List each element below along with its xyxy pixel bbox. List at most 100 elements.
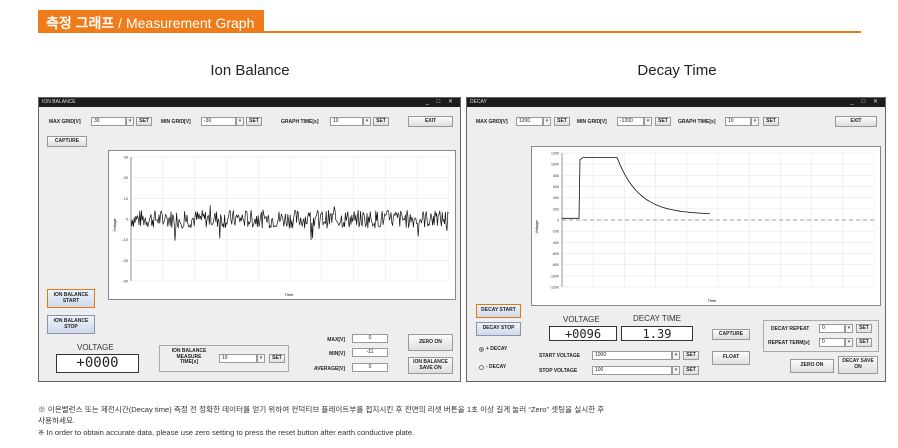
y-tick-label: 0: [557, 219, 559, 223]
graph-time-input[interactable]: 10: [330, 117, 363, 126]
y-tick-label: 20: [124, 175, 129, 180]
min-grid-dropdown[interactable]: ▾: [644, 117, 652, 126]
repeat-term-input[interactable]: 0: [819, 338, 845, 347]
header-divider: [38, 31, 861, 33]
y-tick-label: 400: [553, 196, 559, 200]
capture-button[interactable]: CAPTURE: [47, 136, 87, 147]
max-grid-label: MAX GRID[V]: [49, 119, 81, 125]
minus-decay-radio[interactable]: - DECAY: [479, 364, 506, 370]
min-grid-label: MIN GRID[V]: [577, 119, 607, 125]
ion-balance-chart: Voltage Time 30 20 10 0 -10 -20 -30: [112, 155, 450, 297]
max-grid-set-button[interactable]: SET: [554, 117, 570, 126]
max-grid-input[interactable]: 30: [91, 117, 126, 126]
max-grid-dropdown[interactable]: ▾: [126, 117, 134, 126]
y-tick-label: -1000: [550, 274, 559, 278]
decay-start-button[interactable]: DECAY START: [476, 304, 521, 318]
measure-time-set-button[interactable]: SET: [269, 354, 285, 363]
min-grid-input[interactable]: -30: [201, 117, 236, 126]
ion-balance-plot: Voltage Time 30 20 10 0 -10 -20 -30: [108, 150, 456, 300]
decay-window: DECAY _ □ ✕ MAX GRID[V] 1200 ▾ SET MIN GR…: [466, 97, 886, 382]
plot-x-axis-label: Time: [708, 298, 718, 303]
ion-balance-save-button[interactable]: ION BALANCE SAVE ON: [408, 357, 453, 374]
note-english: ※ In order to obtain accurate data, plea…: [38, 428, 415, 437]
graph-time-set-button[interactable]: SET: [763, 117, 779, 126]
max-grid-label: MAX GRID[V]: [476, 119, 508, 125]
window-controls-icon[interactable]: _ □ ✕: [851, 98, 881, 107]
float-button[interactable]: FLOAT: [712, 351, 750, 365]
decay-repeat-set-button[interactable]: SET: [856, 324, 872, 333]
graph-time-dropdown[interactable]: ▾: [363, 117, 371, 126]
max-grid-dropdown[interactable]: ▾: [543, 117, 551, 126]
decay-time-display: 1.39: [621, 326, 693, 341]
stop-voltage-set-button[interactable]: SET: [683, 366, 699, 375]
window-controls-icon[interactable]: _ □ ✕: [426, 98, 456, 107]
decay-save-button[interactable]: DECAY SAVE ON: [838, 356, 878, 374]
decay-stop-button[interactable]: DECAY STOP: [476, 322, 521, 336]
minus-decay-label: - DECAY: [486, 364, 507, 370]
radio-unselected-icon: [479, 364, 484, 370]
y-tick-label: 1200: [551, 152, 559, 156]
min-grid-set-button[interactable]: SET: [655, 117, 671, 126]
repeat-term-dropdown[interactable]: ▾: [845, 338, 853, 347]
start-voltage-dropdown[interactable]: ▾: [672, 351, 680, 360]
min-grid-input[interactable]: -1200: [617, 117, 644, 126]
decay-repeat-input[interactable]: 0: [819, 324, 845, 333]
graph-time-dropdown[interactable]: ▾: [751, 117, 759, 126]
average-value-display: 0: [352, 363, 388, 372]
min-grid-set-button[interactable]: SET: [246, 117, 262, 126]
decay-time-label: DECAY TIME: [633, 314, 682, 323]
plot-y-axis-label: Voltage: [112, 218, 117, 232]
y-tick-label: 200: [553, 207, 559, 211]
section-title-ko: 측정 그래프: [46, 15, 115, 31]
plot-y-axis-label: Voltage: [534, 220, 539, 234]
decay-chart: Voltage Time 1200 1000 800 600 400 200 0 -200 -4…: [534, 152, 875, 303]
stop-voltage-input[interactable]: 100: [592, 366, 672, 375]
max-value-label: MAX[V]: [327, 337, 345, 343]
y-tick-label: 30: [124, 155, 129, 160]
decay-repeat-dropdown[interactable]: ▾: [845, 324, 853, 333]
capture-button[interactable]: CAPTURE: [712, 329, 750, 340]
plus-decay-radio[interactable]: + DECAY: [479, 346, 507, 352]
ion-window-titlebar: ION BALANCE _ □ ✕: [39, 98, 460, 107]
y-tick-label: -600: [552, 252, 559, 256]
exit-button[interactable]: EXIT: [408, 116, 453, 127]
measure-time-dropdown[interactable]: ▾: [257, 354, 265, 363]
zero-on-button[interactable]: ZERO ON: [408, 334, 453, 351]
y-tick-label: 800: [553, 174, 559, 178]
repeat-term-set-button[interactable]: SET: [856, 338, 872, 347]
average-value-label: AVERAGE[V]: [313, 366, 345, 372]
ion-balance-title: Ion Balance: [210, 62, 290, 79]
min-grid-label: MIN GRID[V]: [161, 119, 191, 125]
note-korean: ※ 이온밸런스 또는 제전시간(Decay time) 측정 전 정확한 데이터…: [38, 405, 605, 414]
ion-balance-start-button[interactable]: ION BALANCE START: [47, 289, 95, 308]
ion-balance-stop-button[interactable]: ION BALANCE STOP: [47, 315, 95, 334]
max-grid-set-button[interactable]: SET: [136, 117, 152, 126]
measure-time-input[interactable]: 10: [219, 354, 257, 363]
y-tick-label: 0: [126, 217, 129, 222]
start-voltage-input[interactable]: 1000: [592, 351, 672, 360]
plot-x-axis-label: Time: [285, 292, 295, 297]
section-title-en: Measurement Graph: [125, 15, 255, 31]
ion-balance-window: ION BALANCE _ □ ✕ MAX GRID[V] 30 ▾ SET MI…: [38, 97, 461, 382]
graph-time-set-button[interactable]: SET: [373, 117, 389, 126]
graph-time-input[interactable]: 10: [725, 117, 751, 126]
voltage-label: VOLTAGE: [563, 315, 600, 324]
decay-repeat-label: DECAY REPEAT: [771, 326, 810, 332]
y-tick-label: -400: [552, 241, 559, 245]
decay-plot: Voltage Time 1200 1000 800 600 400 200 0 -200 -4…: [531, 146, 881, 306]
start-voltage-set-button[interactable]: SET: [683, 351, 699, 360]
min-value-label: MIN[V]: [329, 351, 345, 357]
zero-on-button[interactable]: ZERO ON: [790, 359, 834, 373]
y-tick-label: -10: [122, 237, 129, 242]
y-tick-label: -1200: [550, 286, 559, 290]
exit-button[interactable]: EXIT: [835, 116, 877, 127]
max-value-display: 0: [352, 334, 388, 343]
plus-decay-label: + DECAY: [486, 346, 508, 352]
max-grid-input[interactable]: 1200: [516, 117, 543, 126]
decay-window-titlebar: DECAY _ □ ✕: [467, 98, 885, 107]
decay-window-title: DECAY: [470, 99, 487, 105]
section-title-sep: /: [114, 15, 126, 31]
y-tick-label: -30: [122, 279, 129, 284]
min-grid-dropdown[interactable]: ▾: [236, 117, 244, 126]
stop-voltage-dropdown[interactable]: ▾: [672, 366, 680, 375]
